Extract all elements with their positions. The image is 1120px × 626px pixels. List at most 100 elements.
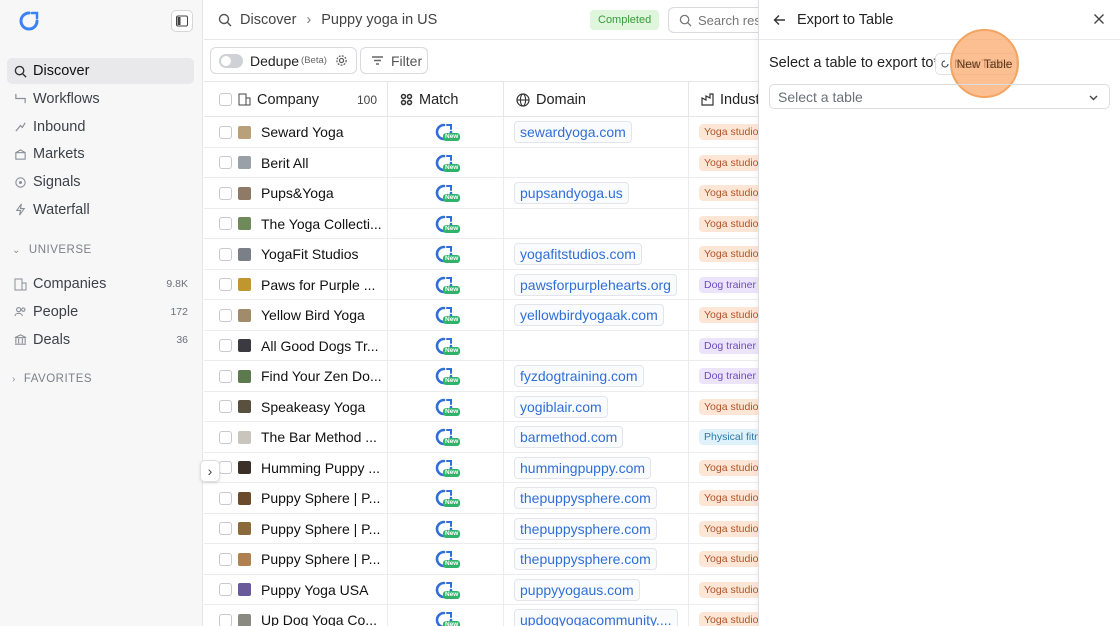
domain-link[interactable]: yogiblair.com [514,395,608,418]
match-cell[interactable]: New [388,605,504,626]
match-cell[interactable]: New [388,422,504,452]
company-cell[interactable]: Berit All [204,147,388,178]
company-cell[interactable]: YogaFit Studios [204,239,388,269]
industry-cell[interactable]: Yoga studio [689,483,758,513]
industry-cell[interactable]: Dog trainer [689,331,758,361]
industry-cell[interactable]: Yoga studio [689,209,758,239]
industry-cell[interactable]: Yoga studio [689,544,758,574]
table-row[interactable]: Puppy Yoga USA New puppyyogaus.com Yoga stu… [204,574,758,605]
table-row[interactable]: Puppy Sphere | P... New thepuppysphere.com… [204,544,758,575]
company-cell[interactable]: The Bar Method ... [204,422,388,452]
company-cell[interactable]: Puppy Yoga USA [204,574,388,605]
select-all-checkbox[interactable] [219,93,232,106]
sidebar-item-inbound[interactable]: Inbound [7,114,194,140]
table-select[interactable]: Select a table [769,84,1110,109]
table-row[interactable]: The Yoga Collecti... New Yoga studio [204,208,758,239]
domain-cell[interactable]: yellowbirdyogaak.com [504,300,689,330]
company-cell[interactable]: Humming Puppy ... [204,452,388,483]
domain-cell[interactable]: thepuppysphere.com [504,513,689,544]
industry-cell[interactable]: Yoga studio [689,148,758,178]
table-row[interactable]: Puppy Sphere | P... New thepuppysphere.com… [204,513,758,544]
company-cell[interactable]: Find Your Zen Do... [204,361,388,391]
favorites-section-toggle[interactable]: › FAVORITES [12,373,92,385]
table-row[interactable]: Seward Yoga New sewardyoga.com Yoga studio [204,117,758,148]
industry-cell[interactable]: Dog trainer [689,361,758,391]
match-cell[interactable]: New [388,544,504,574]
domain-link[interactable]: barmethod.com [514,426,624,448]
company-name[interactable]: Find Your Zen Do... [261,368,382,384]
row-checkbox[interactable] [219,308,232,322]
match-cell[interactable]: New [388,117,504,147]
table-row[interactable]: All Good Dogs Tr... New Dog trainer [204,330,758,361]
column-industry[interactable]: Industry [689,82,758,117]
company-cell[interactable]: Puppy Sphere | P... [204,513,388,544]
company-name[interactable]: Yellow Bird Yoga [261,307,365,323]
company-cell[interactable]: Up Dog Yoga Co... [204,605,388,626]
company-cell[interactable]: The Yoga Collecti... [204,208,388,239]
domain-link[interactable]: yogafitstudios.com [514,243,642,265]
expand-panel-button[interactable]: › [200,460,220,482]
universe-section-toggle[interactable]: ⌄ UNIVERSE [12,244,92,256]
match-cell[interactable]: New [388,483,504,513]
domain-link[interactable]: hummingpuppy.com [514,456,652,479]
row-checkbox[interactable] [219,583,232,596]
sidebar-item-people[interactable]: People 172 [7,299,194,325]
domain-cell[interactable]: sewardyoga.com [504,117,689,147]
company-cell[interactable]: Speakeasy Yoga [204,391,388,422]
company-name[interactable]: Puppy Sphere | P... [261,490,380,506]
company-name[interactable]: Speakeasy Yoga [261,399,365,415]
match-cell[interactable]: New [388,208,504,239]
row-checkbox[interactable] [219,430,232,444]
domain-cell[interactable]: fyzdogtraining.com [504,361,689,391]
company-cell[interactable]: Puppy Sphere | P... [204,483,388,513]
row-checkbox[interactable] [219,125,232,139]
match-cell[interactable]: New [388,147,504,178]
back-arrow-icon[interactable] [773,13,787,27]
column-company[interactable]: Company 100 [204,82,388,117]
sidebar-item-waterfall[interactable]: Waterfall [7,197,194,223]
domain-link[interactable]: fyzdogtraining.com [514,365,644,387]
domain-link[interactable]: pawsforpurplehearts.org [514,273,677,296]
domain-cell[interactable]: updogyogacommunity.... [504,605,689,626]
column-domain[interactable]: Domain [504,82,689,117]
industry-cell[interactable]: Physical fitness [689,422,758,452]
domain-cell[interactable]: thepuppysphere.com [504,544,689,574]
domain-link[interactable]: sewardyoga.com [514,121,632,143]
gear-icon[interactable] [335,54,348,67]
sidebar-item-signals[interactable]: Signals [7,169,194,195]
company-cell[interactable]: Pups&Yoga [204,178,388,208]
table-row[interactable]: YogaFit Studios New yogafitstudios.com Yoga… [204,239,758,270]
company-name[interactable]: Seward Yoga [261,124,344,140]
row-checkbox[interactable] [219,369,232,383]
domain-link[interactable]: yellowbirdyogaak.com [514,304,664,326]
domain-cell[interactable]: thepuppysphere.com [504,483,689,513]
company-cell[interactable]: Seward Yoga [204,117,388,147]
match-cell[interactable]: New [388,391,504,422]
row-checkbox[interactable] [219,278,232,291]
breadcrumb-root[interactable]: Discover [240,12,296,28]
row-checkbox[interactable] [219,156,232,169]
company-name[interactable]: The Yoga Collecti... [261,216,382,232]
company-cell[interactable]: All Good Dogs Tr... [204,330,388,361]
industry-cell[interactable]: Yoga studio [689,575,758,605]
company-name[interactable]: Pups&Yoga [261,185,334,201]
row-checkbox[interactable] [219,339,232,352]
company-name[interactable]: Up Dog Yoga Co... [261,612,377,626]
company-cell[interactable]: Puppy Sphere | P... [204,544,388,574]
company-name[interactable]: All Good Dogs Tr... [261,338,379,354]
industry-cell[interactable]: Yoga studio [689,300,758,330]
table-row[interactable]: The Bar Method ... New barmethod.com Physic… [204,422,758,453]
domain-cell[interactable]: pawsforpurplehearts.org [504,269,689,300]
domain-cell[interactable] [504,208,689,239]
company-cell[interactable]: Paws for Purple ... [204,269,388,300]
domain-cell[interactable] [504,330,689,361]
industry-cell[interactable]: Yoga studio [689,392,758,422]
dedupe-toggle[interactable] [219,53,243,68]
company-cell[interactable]: Yellow Bird Yoga [204,300,388,330]
search-results-input[interactable]: Search results [668,7,768,33]
sidebar-item-deals[interactable]: Deals 36 [7,327,194,353]
domain-link[interactable]: updogyogacommunity.... [514,609,678,626]
domain-cell[interactable]: barmethod.com [504,422,689,452]
company-name[interactable]: Puppy Yoga USA [261,582,368,598]
industry-cell[interactable]: Yoga studio [689,605,758,626]
